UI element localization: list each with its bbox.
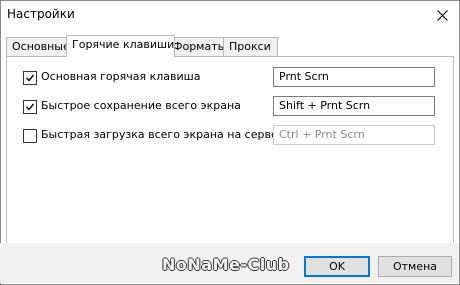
cancel-button[interactable]: Отмена (378, 256, 452, 277)
save-screen-label: Быстрое сохранение всего экрана (41, 99, 241, 112)
upload-screen-input: Ctrl + Prnt Scrn (273, 125, 435, 145)
title-bar: Настройки (1, 1, 459, 29)
ok-button[interactable]: OK (304, 256, 370, 277)
tab-label: Форматы (173, 40, 227, 53)
main-hotkey-checkbox[interactable] (23, 71, 37, 85)
tab-label: Основные (12, 40, 70, 53)
save-screen-input[interactable]: Shift + Prnt Scrn (273, 96, 435, 116)
tab-formats[interactable]: Форматы (167, 37, 231, 56)
watermark-text: NoNaMe-Club (162, 255, 290, 274)
tab-label: Горячие клавиши (72, 38, 175, 51)
window-title: Настройки (7, 7, 75, 21)
close-icon (436, 9, 448, 21)
save-screen-checkbox[interactable] (23, 100, 37, 114)
tab-hotkeys[interactable]: Горячие клавиши (66, 35, 175, 57)
upload-screen-label: Быстрая загрузка всего экрана на сервер (41, 128, 285, 141)
hotkeys-panel: Основная горячая клавиша Prnt Scrn Быстр… (6, 56, 454, 244)
close-button[interactable] (425, 1, 459, 29)
checkmark-icon (26, 74, 35, 82)
tab-general[interactable]: Основные (6, 37, 74, 56)
main-hotkey-input[interactable]: Prnt Scrn (273, 67, 435, 87)
checkmark-icon (26, 103, 35, 111)
tab-proxy[interactable]: Прокси (223, 37, 278, 56)
main-hotkey-label: Основная горячая клавиша (41, 70, 201, 83)
tab-label: Прокси (229, 40, 271, 53)
upload-screen-checkbox[interactable] (23, 129, 37, 143)
